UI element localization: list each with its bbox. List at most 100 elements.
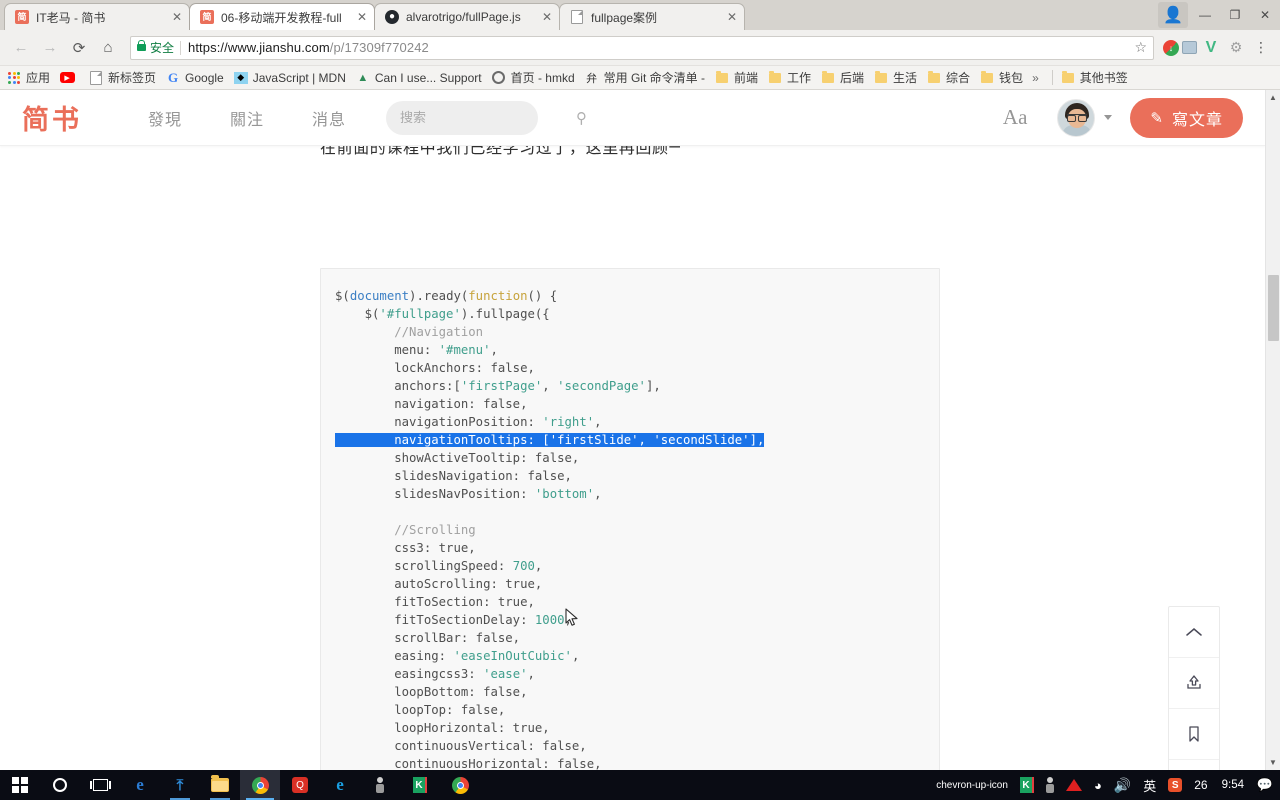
bookmark-item-caniuse[interactable]: ▲ Can I use... Support: [355, 71, 481, 85]
sogou-icon[interactable]: S: [1162, 770, 1188, 800]
person-icon[interactable]: [1040, 770, 1060, 800]
system-tray: chevron-up-icon K ◕ 🔊 英 S 26 9:54 💬: [930, 770, 1280, 800]
close-icon[interactable]: ✕: [354, 10, 370, 24]
upload-button[interactable]: [1169, 658, 1219, 709]
minimize-button[interactable]: —: [1190, 2, 1220, 28]
close-icon[interactable]: ✕: [539, 10, 555, 24]
bookmark-folder-general[interactable]: 综合: [926, 69, 970, 86]
close-icon[interactable]: ✕: [724, 10, 740, 24]
folder-icon: [714, 70, 730, 85]
quill-icon: ✎: [1150, 109, 1164, 127]
page-scrollbar[interactable]: ▲ ▼: [1265, 90, 1280, 770]
clock[interactable]: 9:54: [1214, 770, 1252, 800]
search-input[interactable]: [400, 110, 577, 125]
wifi-icon[interactable]: ◕: [1088, 770, 1108, 800]
bookmark-item-git[interactable]: 弁 常用 Git 命令清单 -: [584, 69, 705, 86]
kingsoft-icon: K: [413, 777, 427, 793]
bookmark-folder-wallet[interactable]: 钱包: [979, 69, 1023, 86]
taskbar-kingsoft[interactable]: K: [400, 770, 440, 800]
settings-icon[interactable]: ⚙: [1225, 37, 1247, 59]
maximize-button[interactable]: ❐: [1220, 2, 1250, 28]
notification-icon[interactable]: 💬: [1252, 770, 1278, 800]
bookmark-label: 生活: [893, 71, 918, 85]
start-button[interactable]: [0, 770, 40, 800]
browser-tab-2[interactable]: ● alvarotrigo/fullPage.js ✕: [374, 3, 560, 30]
forward-icon[interactable]: →: [37, 35, 63, 61]
bookmark-folder-other[interactable]: 其他书签: [1060, 69, 1128, 86]
ime-indicator[interactable]: 英: [1137, 770, 1162, 800]
profile-icon[interactable]: 👤: [1158, 1, 1188, 28]
bookmark-folder-backend[interactable]: 后端: [820, 69, 864, 86]
bookmark-item-youtube[interactable]: ▶: [59, 71, 79, 85]
tray-expand-icon[interactable]: chevron-up-icon: [930, 770, 1014, 800]
volume-icon[interactable]: 🔊: [1108, 770, 1137, 800]
document-icon: [569, 9, 585, 25]
address-bar[interactable]: 安全 https://www.jianshu.com/p/17309f77024…: [130, 35, 1154, 60]
close-window-button[interactable]: ✕: [1250, 2, 1280, 28]
font-size-icon[interactable]: Aa: [1003, 105, 1028, 130]
jianshu-icon: 简: [199, 9, 215, 25]
taskbar-file-explorer[interactable]: [200, 770, 240, 800]
share-button[interactable]: [1169, 760, 1219, 770]
write-article-button[interactable]: ✎ 寫文章: [1130, 97, 1243, 138]
code-content[interactable]: $(document).ready(function() { $('#fullp…: [335, 287, 939, 770]
bookmark-folder-life[interactable]: 生活: [873, 69, 917, 86]
task-view-button[interactable]: [80, 770, 120, 800]
search-box[interactable]: ⚲: [386, 100, 587, 135]
bookmark-label: 新标签页: [108, 71, 157, 85]
bookmark-apps[interactable]: 应用: [6, 69, 50, 86]
search-icon[interactable]: ⚲: [576, 109, 587, 127]
taskbar-ie[interactable]: e: [320, 770, 360, 800]
bookmark-star-icon[interactable]: ☆: [1134, 39, 1147, 56]
download-icon[interactable]: ↓: [1163, 39, 1179, 56]
temperature-indicator[interactable]: 26: [1188, 770, 1213, 800]
taskbar-vscode[interactable]: ⤒: [160, 770, 200, 800]
bookmark-label: 钱包: [999, 71, 1024, 85]
taskbar-chrome[interactable]: [240, 770, 280, 800]
nav-item-discover[interactable]: 發現: [148, 106, 182, 130]
youtube-icon: ▶: [59, 71, 75, 85]
cortana-search-icon: [53, 778, 67, 792]
security-label: 安全: [150, 41, 175, 55]
bookmark-button[interactable]: [1169, 709, 1219, 760]
vscode-icon: ⤒: [176, 776, 184, 794]
bookmark-item-mdn[interactable]: ◆ JavaScript | MDN: [233, 71, 346, 85]
browser-tab-3[interactable]: fullpage案例 ✕: [559, 3, 745, 30]
taskbar-qq[interactable]: Q: [280, 770, 320, 800]
chrome-browser-window: 简 IT老马 - 简书 ✕ 简 06-移动端开发教程-full ✕ ● alva…: [0, 0, 1280, 770]
scrollbar-thumb[interactable]: [1268, 275, 1279, 341]
chrome-menu-icon[interactable]: ⋮: [1250, 37, 1272, 59]
image-capture-icon[interactable]: [1182, 41, 1197, 54]
scroll-to-top-button[interactable]: [1169, 607, 1219, 658]
chevron-down-icon[interactable]: [1104, 115, 1113, 120]
avatar[interactable]: [1057, 98, 1096, 137]
bookmark-folder-frontend[interactable]: 前端: [714, 69, 758, 86]
site-logo[interactable]: 简书: [22, 98, 82, 137]
cortana-search-button[interactable]: [40, 770, 80, 800]
back-icon[interactable]: ←: [8, 35, 34, 61]
taskbar-edge[interactable]: e: [120, 770, 160, 800]
tab-title: fullpage案例: [591, 10, 658, 25]
bookmark-item-google[interactable]: G Google: [165, 70, 224, 85]
close-icon[interactable]: ✕: [169, 10, 185, 24]
scroll-up-arrow-icon[interactable]: ▲: [1266, 90, 1280, 105]
bookmarks-overflow-icon[interactable]: »: [1032, 71, 1039, 85]
browser-tab-1[interactable]: 简 06-移动端开发教程-full ✕: [189, 3, 375, 30]
edge-icon: e: [136, 775, 144, 794]
task-view-icon: [89, 779, 111, 791]
home-icon[interactable]: ⌂: [95, 35, 121, 61]
bookmark-item-hmkd[interactable]: 首页 - hmkd: [491, 69, 575, 86]
taskbar-chrome-2[interactable]: [440, 770, 480, 800]
scroll-down-arrow-icon[interactable]: ▼: [1266, 755, 1280, 770]
reload-icon[interactable]: ⟳: [66, 35, 92, 61]
vue-devtools-icon[interactable]: V: [1200, 37, 1222, 59]
browser-tab-0[interactable]: 简 IT老马 - 简书 ✕: [4, 3, 190, 30]
alipay-icon[interactable]: [1060, 770, 1088, 800]
taskbar-person[interactable]: [360, 770, 400, 800]
bookmark-icon: [1189, 726, 1199, 742]
nav-item-messages[interactable]: 消息: [312, 106, 346, 130]
bookmark-folder-work[interactable]: 工作: [767, 69, 811, 86]
nav-item-following[interactable]: 關注: [230, 106, 264, 130]
bookmark-item-newtab[interactable]: 新标签页: [88, 69, 156, 86]
kingsoft-icon[interactable]: K: [1014, 770, 1040, 800]
